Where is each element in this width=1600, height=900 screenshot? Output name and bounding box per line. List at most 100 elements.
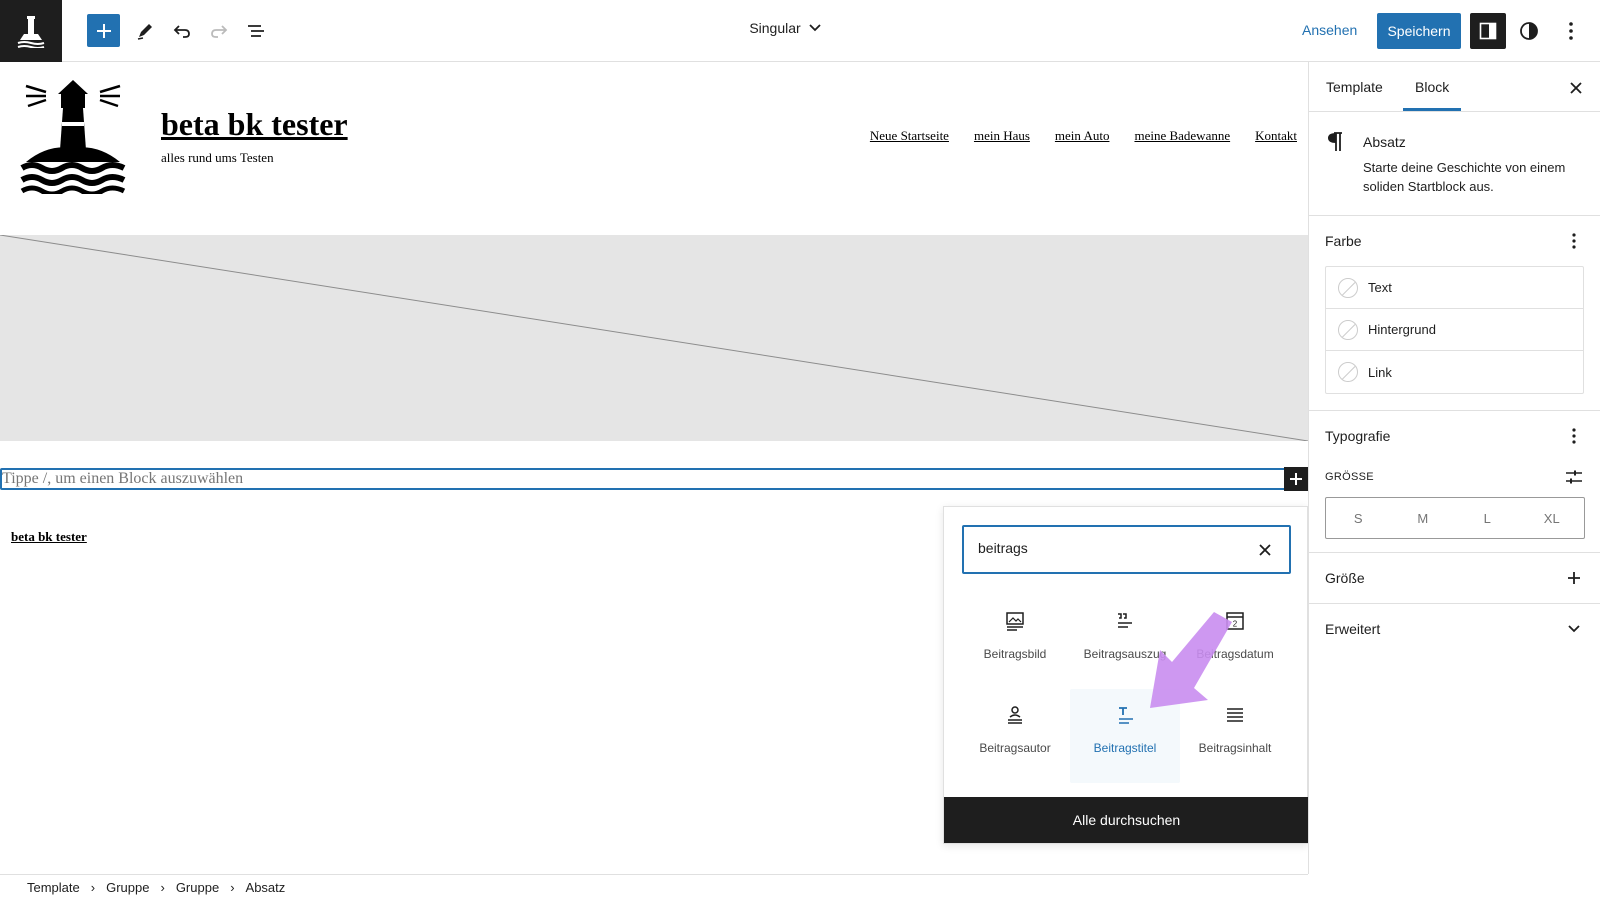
options-menu-button[interactable]: [1556, 13, 1586, 49]
color-setting-background[interactable]: Hintergrund: [1326, 309, 1583, 351]
block-card-description: Starte deine Geschichte von einem solide…: [1363, 160, 1566, 194]
block-search-input[interactable]: [978, 540, 1238, 556]
advanced-panel-title: Erweitert: [1325, 621, 1381, 637]
block-search-box: [962, 525, 1291, 574]
undo-button[interactable]: [165, 14, 199, 48]
dimensions-panel-title: Größe: [1325, 570, 1365, 586]
plus-icon: [96, 23, 111, 38]
plus-icon: [1568, 572, 1580, 584]
color-panel-header: Farbe: [1309, 216, 1600, 266]
tools-button[interactable]: [128, 14, 162, 48]
document-title-dropdown[interactable]: Singular: [749, 20, 821, 36]
nav-item-neue-startseite[interactable]: Neue Startseite: [870, 128, 949, 144]
block-breadcrumb: Template › Gruppe › Gruppe › Absatz: [0, 874, 1308, 900]
font-size-option-xl[interactable]: XL: [1520, 498, 1585, 538]
block-option-label: Beitragsauszug: [1083, 647, 1167, 661]
close-icon: [1259, 544, 1271, 556]
more-vertical-icon: [1572, 428, 1576, 444]
typography-panel: Typografie GRÖSSE S M L XL: [1309, 411, 1600, 553]
block-option-label: Beitragsinhalt: [1198, 741, 1272, 755]
typography-panel-header: Typografie: [1309, 411, 1600, 461]
sidebar-icon: [1479, 22, 1497, 40]
plus-icon: [1290, 473, 1302, 485]
settings-sliders-icon: [1566, 470, 1582, 484]
dimensions-add-button[interactable]: [1564, 567, 1584, 589]
color-setting-link[interactable]: Link: [1326, 351, 1583, 393]
color-settings-list: Text Hintergrund Link: [1325, 266, 1584, 394]
tab-block[interactable]: Block: [1402, 79, 1462, 111]
custom-size-toggle-button[interactable]: [1564, 467, 1584, 487]
browse-all-button[interactable]: Alle durchsuchen: [944, 797, 1309, 843]
block-card: Absatz Starte deine Geschichte von einem…: [1309, 112, 1600, 216]
close-sidebar-button[interactable]: [1566, 78, 1586, 98]
styles-button[interactable]: [1514, 13, 1544, 49]
document-overview-button[interactable]: [239, 14, 273, 48]
font-size-label: GRÖSSE: [1325, 471, 1374, 483]
block-option-post-excerpt[interactable]: Beitragsauszug: [1070, 595, 1180, 689]
block-option-post-featured-image[interactable]: Beitragsbild: [960, 595, 1070, 689]
undo-icon: [173, 25, 190, 38]
color-panel: Farbe Text Hintergrund Link: [1309, 216, 1600, 411]
block-option-post-author[interactable]: Beitragsautor: [960, 689, 1070, 783]
nav-item-kontakt[interactable]: Kontakt: [1255, 128, 1297, 144]
dimensions-panel-header[interactable]: Größe: [1309, 553, 1600, 603]
advanced-panel-header[interactable]: Erweitert: [1309, 604, 1600, 654]
nav-item-mein-auto[interactable]: mein Auto: [1055, 128, 1110, 144]
dimensions-panel: Größe: [1309, 553, 1600, 604]
block-appender-button[interactable]: [1284, 467, 1308, 491]
block-option-label: Beitragsdatum: [1196, 647, 1274, 661]
site-title[interactable]: beta bk tester: [161, 106, 348, 143]
color-setting-text[interactable]: Text: [1326, 267, 1583, 309]
more-vertical-icon: [1572, 233, 1576, 249]
breadcrumb-item[interactable]: Gruppe: [176, 880, 219, 895]
svg-text:2: 2: [1233, 620, 1238, 629]
empty-color-swatch-icon: [1338, 362, 1358, 382]
settings-sidebar: Template Block Absatz Starte deine Gesch…: [1308, 62, 1600, 874]
post-excerpt-icon: [1113, 609, 1137, 633]
list-view-icon: [248, 25, 264, 37]
site-navigation: Neue Startseite mein Haus mein Auto mein…: [870, 128, 1297, 144]
pencil-icon: [137, 24, 152, 40]
site-tagline: alles rund ums Testen: [161, 150, 274, 165]
close-icon: [1570, 82, 1582, 94]
block-option-post-date[interactable]: 2 Beitragsdatum: [1180, 595, 1290, 689]
chevron-right-icon: ›: [230, 880, 235, 895]
clear-search-button[interactable]: [1255, 540, 1275, 560]
lighthouse-icon: [17, 16, 45, 48]
empty-paragraph-block[interactable]: Tippe /, um einen Block auszuwählen: [0, 468, 1308, 490]
color-panel-options-button[interactable]: [1564, 230, 1584, 252]
settings-toggle-button[interactable]: [1470, 13, 1506, 49]
footer-site-title[interactable]: beta bk tester: [11, 529, 87, 545]
block-option-label: Beitragstitel: [1093, 741, 1157, 755]
nav-item-meine-badewanne[interactable]: meine Badewanne: [1134, 128, 1230, 144]
chevron-right-icon: ›: [160, 880, 165, 895]
block-card-title: Absatz: [1363, 134, 1406, 150]
typography-panel-options-button[interactable]: [1564, 425, 1584, 447]
font-size-option-l[interactable]: L: [1455, 498, 1520, 538]
font-size-option-s[interactable]: S: [1326, 498, 1391, 538]
advanced-panel-toggle[interactable]: [1564, 618, 1584, 640]
chevron-right-icon: ›: [90, 880, 96, 895]
breadcrumb-item[interactable]: Template: [27, 880, 80, 895]
font-size-option-m[interactable]: M: [1391, 498, 1456, 538]
site-logo[interactable]: [18, 76, 128, 194]
post-content-icon: [1223, 703, 1247, 727]
color-panel-title: Farbe: [1325, 233, 1362, 249]
save-button[interactable]: Speichern: [1377, 13, 1461, 49]
block-option-post-content[interactable]: Beitragsinhalt: [1180, 689, 1290, 783]
post-author-icon: [1003, 703, 1027, 727]
chevron-down-icon: [1568, 625, 1580, 633]
block-inserter-toggle-button[interactable]: [87, 14, 120, 47]
view-link[interactable]: Ansehen: [1302, 22, 1357, 38]
document-title: Singular: [749, 20, 801, 36]
featured-image-placeholder[interactable]: [0, 235, 1308, 441]
site-icon-button[interactable]: [0, 0, 62, 62]
nav-item-mein-haus[interactable]: mein Haus: [974, 128, 1030, 144]
breadcrumb-item[interactable]: Gruppe: [106, 880, 149, 895]
more-vertical-icon: [1569, 22, 1573, 40]
contrast-icon: [1520, 22, 1538, 40]
tab-template[interactable]: Template: [1326, 79, 1383, 95]
redo-button[interactable]: [202, 14, 236, 48]
block-option-post-title[interactable]: Beitragstitel: [1070, 689, 1180, 783]
block-option-label: Beitragsbild: [983, 647, 1047, 661]
